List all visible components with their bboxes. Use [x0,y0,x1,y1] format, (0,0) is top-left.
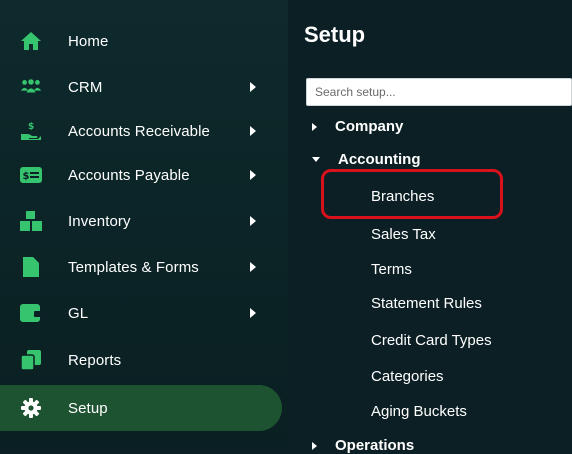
chevron-right-icon [250,82,256,92]
boxes-icon [20,210,42,232]
tree-item-operations[interactable]: Operations [312,437,414,454]
tree-item-aging-buckets[interactable]: Aging Buckets [371,403,467,420]
tree-item-company[interactable]: Company [312,118,403,135]
tree-item-terms[interactable]: Terms [371,261,412,278]
hand-dollar-icon: $ [20,120,42,142]
sidebar-item-label: GL [68,304,89,322]
sidebar-item-label: Inventory [68,212,131,230]
tree-item-statement-rules[interactable]: Statement Rules [371,295,482,312]
chevron-right-icon [250,216,256,226]
document-icon [20,256,42,278]
tree-item-branches[interactable]: Branches [371,188,434,205]
sidebar-item-crm[interactable]: CRM [0,64,282,110]
sidebar-item-label: Reports [68,351,122,369]
users-icon [20,76,42,98]
tree-item-label: Operations [335,437,415,454]
sidebar-item-label: Templates & Forms [68,258,199,276]
sidebar-item-gl[interactable]: GL [0,290,282,336]
sidebar-item-label: Home [68,32,109,50]
tree-item-label: Accounting [338,151,421,168]
caret-right-icon [312,441,317,450]
gear-icon [20,397,42,419]
chevron-right-icon [250,262,256,272]
chevron-right-icon [250,170,256,180]
setup-search-input[interactable] [306,78,572,106]
sidebar-item-inventory[interactable]: Inventory [0,198,282,244]
chevron-right-icon [250,126,256,136]
sidebar-item-label: Accounts Receivable [68,122,210,140]
sidebar-item-reports[interactable]: Reports [0,337,282,383]
svg-text:$: $ [28,122,34,132]
sidebar: Home CRM $ Accounts Receivable $ Account… [0,0,288,447]
tree-item-categories[interactable]: Categories [371,368,444,385]
tree-item-label: Company [335,118,404,135]
svg-text:$: $ [23,171,30,182]
sidebar-item-label: CRM [68,78,103,96]
tree-item-sales-tax[interactable]: Sales Tax [371,226,436,243]
sidebar-item-label: Setup [68,399,108,417]
caret-down-icon [312,157,320,162]
sidebar-item-home[interactable]: Home [0,18,282,64]
tree-item-credit-card-types[interactable]: Credit Card Types [371,332,492,349]
dollar-card-icon: $ [20,164,42,186]
sidebar-item-accounts-payable[interactable]: $ Accounts Payable [0,152,282,198]
tree-item-accounting[interactable]: Accounting [312,151,421,168]
sidebar-item-setup[interactable]: Setup [0,385,282,431]
sidebar-item-templates-forms[interactable]: Templates & Forms [0,244,282,290]
wallet-icon [20,302,42,324]
caret-right-icon [312,122,317,131]
sidebar-item-accounts-receivable[interactable]: $ Accounts Receivable [0,108,282,154]
home-icon [20,30,42,52]
sidebar-item-label: Accounts Payable [68,166,190,184]
copy-icon [20,349,42,371]
chevron-right-icon [250,308,256,318]
page-title: Setup [304,22,366,47]
